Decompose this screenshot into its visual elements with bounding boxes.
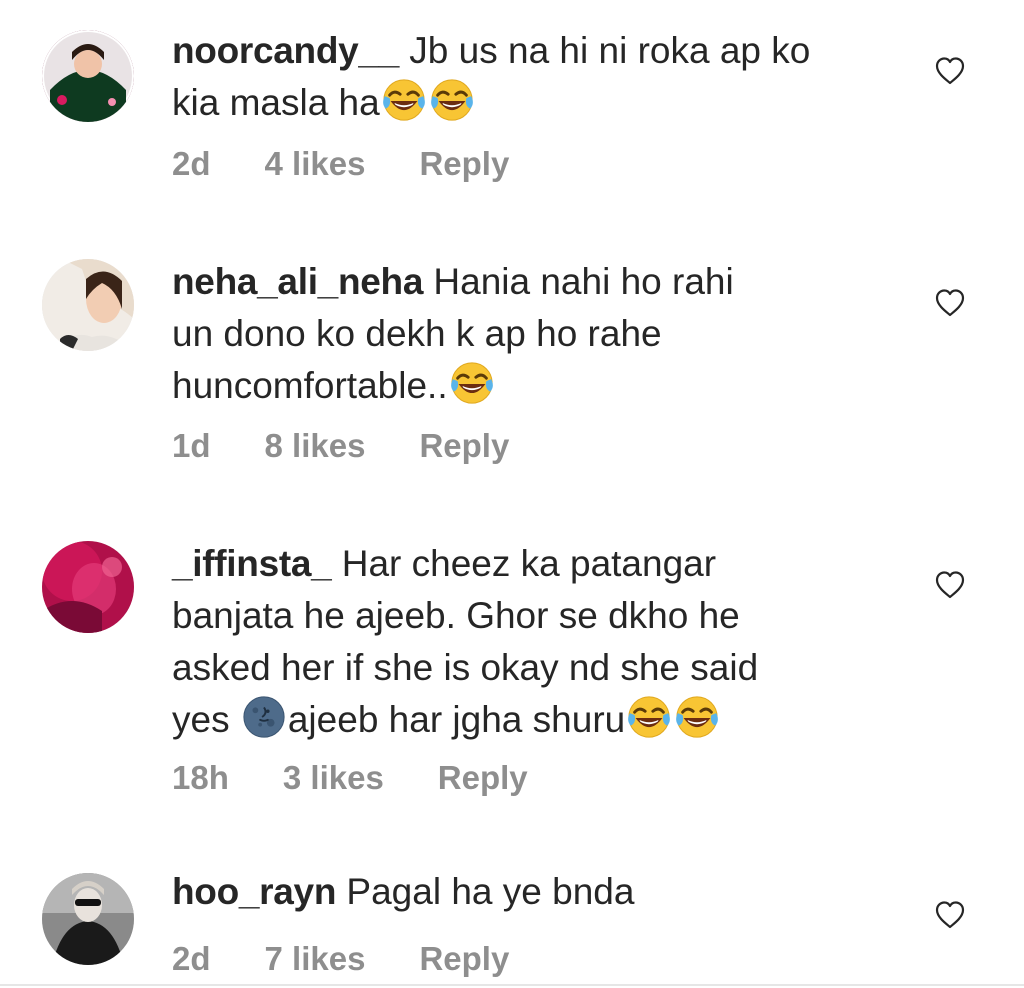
avatar-image bbox=[42, 873, 134, 965]
avatar-image bbox=[42, 30, 134, 122]
comment-text: hoo_rayn Pagal ha ye bnda bbox=[172, 866, 892, 918]
comment-text-line: un dono ko dekh k ap ho rahe bbox=[172, 313, 662, 354]
avatar-image bbox=[42, 541, 134, 633]
comment-time: 2d bbox=[172, 940, 211, 977]
comment-meta: 2d 7 likes Reply bbox=[172, 939, 509, 979]
comment-text-line: ajeeb har jgha shuru bbox=[287, 699, 626, 740]
comment-text: _iffinsta_ Har cheez ka patangar banjata… bbox=[172, 538, 892, 746]
face-with-tears-of-joy-icon bbox=[674, 694, 720, 740]
comment-username[interactable]: hoo_rayn bbox=[172, 871, 336, 912]
comment-text-line: huncomfortable.. bbox=[172, 365, 448, 406]
heart-icon[interactable] bbox=[934, 288, 966, 318]
comment-time: 1d bbox=[172, 427, 211, 464]
avatar[interactable] bbox=[42, 259, 134, 351]
comment-text-line: asked her if she is okay nd she said bbox=[172, 647, 759, 688]
comment-text-line: kia masla ha bbox=[172, 82, 380, 123]
comment-text: neha_ali_neha Hania nahi ho rahi un dono… bbox=[172, 256, 892, 412]
comment-text-line: banjata he ajeeb. Ghor se dkho he bbox=[172, 595, 740, 636]
face-with-tears-of-joy-icon bbox=[626, 694, 672, 740]
divider bbox=[0, 984, 1024, 986]
face-with-tears-of-joy-icon bbox=[381, 77, 427, 123]
likes-count[interactable]: 4 likes bbox=[265, 144, 366, 184]
comment-username[interactable]: _iffinsta_ bbox=[172, 543, 332, 584]
comment-text-line: yes bbox=[172, 699, 230, 740]
avatar[interactable] bbox=[42, 873, 134, 965]
comment-text-line: Jb us na hi ni roka ap ko bbox=[409, 30, 811, 71]
heart-icon[interactable] bbox=[934, 56, 966, 86]
comment-username[interactable]: noorcandy__ bbox=[172, 30, 399, 71]
avatar-image bbox=[42, 259, 134, 351]
reply-button[interactable]: Reply bbox=[419, 939, 509, 979]
likes-count[interactable]: 3 likes bbox=[283, 758, 384, 798]
heart-icon[interactable] bbox=[934, 570, 966, 600]
reply-button[interactable]: Reply bbox=[438, 758, 528, 798]
new-moon-face-icon bbox=[241, 694, 287, 740]
face-with-tears-of-joy-icon bbox=[449, 360, 495, 406]
comment-text-line: Hania nahi ho rahi bbox=[433, 261, 734, 302]
comment-text: noorcandy__ Jb us na hi ni roka ap ko ki… bbox=[172, 25, 892, 129]
heart-icon[interactable] bbox=[934, 900, 966, 930]
reply-button[interactable]: Reply bbox=[419, 144, 509, 184]
avatar[interactable] bbox=[42, 30, 134, 122]
comment-meta: 1d 8 likes Reply bbox=[172, 426, 509, 466]
reply-button[interactable]: Reply bbox=[419, 426, 509, 466]
likes-count[interactable]: 8 likes bbox=[265, 426, 366, 466]
comment-meta: 18h 3 likes Reply bbox=[172, 758, 528, 798]
face-with-tears-of-joy-icon bbox=[429, 77, 475, 123]
comment-text-line: Har cheez ka patangar bbox=[341, 543, 717, 584]
comment-time: 18h bbox=[172, 759, 229, 796]
avatar[interactable] bbox=[42, 541, 134, 633]
comment-meta: 2d 4 likes Reply bbox=[172, 144, 509, 184]
likes-count[interactable]: 7 likes bbox=[265, 939, 366, 979]
comment-time: 2d bbox=[172, 145, 211, 182]
comment-username[interactable]: neha_ali_neha bbox=[172, 261, 423, 302]
comment-text-line: Pagal ha ye bnda bbox=[346, 871, 635, 912]
